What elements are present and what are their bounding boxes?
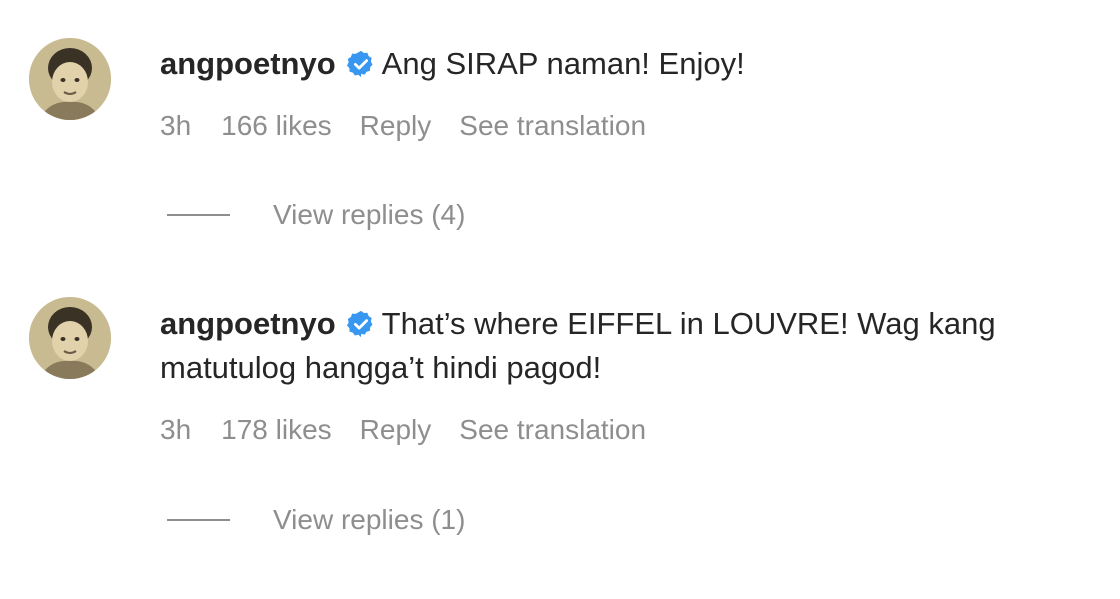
- comment-text-line: angpoetnyo Ang SIRAP naman! Enjoy!: [160, 42, 1090, 86]
- reply-button[interactable]: Reply: [360, 414, 432, 445]
- likes-count[interactable]: 166 likes: [221, 110, 332, 141]
- replies-divider-line: [167, 214, 230, 216]
- timestamp[interactable]: 3h: [160, 110, 191, 141]
- username-link[interactable]: angpoetnyo: [160, 46, 336, 81]
- view-replies-label: View replies (4): [273, 199, 466, 230]
- see-translation-link[interactable]: See translation: [459, 110, 646, 141]
- comment-text-line: angpoetnyo That’s where EIFFEL in LOUVRE!…: [160, 302, 1090, 390]
- view-replies-button[interactable]: View replies (4): [167, 199, 465, 231]
- timestamp[interactable]: 3h: [160, 414, 191, 445]
- comment-meta: 3h 178 likes Reply See translation: [160, 414, 674, 446]
- username-link[interactable]: angpoetnyo: [160, 306, 336, 341]
- see-translation-link[interactable]: See translation: [459, 414, 646, 445]
- likes-count[interactable]: 178 likes: [221, 414, 332, 445]
- verified-badge-icon: [346, 310, 373, 338]
- view-replies-button[interactable]: View replies (1): [167, 504, 465, 536]
- view-replies-label: View replies (1): [273, 504, 466, 535]
- comment-body: angpoetnyo That’s where EIFFEL in LOUVRE!…: [160, 302, 1090, 390]
- comment-text: Ang SIRAP naman! Enjoy!: [381, 46, 745, 81]
- avatar[interactable]: [29, 297, 111, 379]
- reply-button[interactable]: Reply: [360, 110, 432, 141]
- replies-divider-line: [167, 519, 230, 521]
- avatar[interactable]: [29, 38, 111, 120]
- comment-meta: 3h 166 likes Reply See translation: [160, 110, 674, 142]
- comment-body: angpoetnyo Ang SIRAP naman! Enjoy!: [160, 42, 1090, 86]
- verified-badge-icon: [346, 50, 373, 78]
